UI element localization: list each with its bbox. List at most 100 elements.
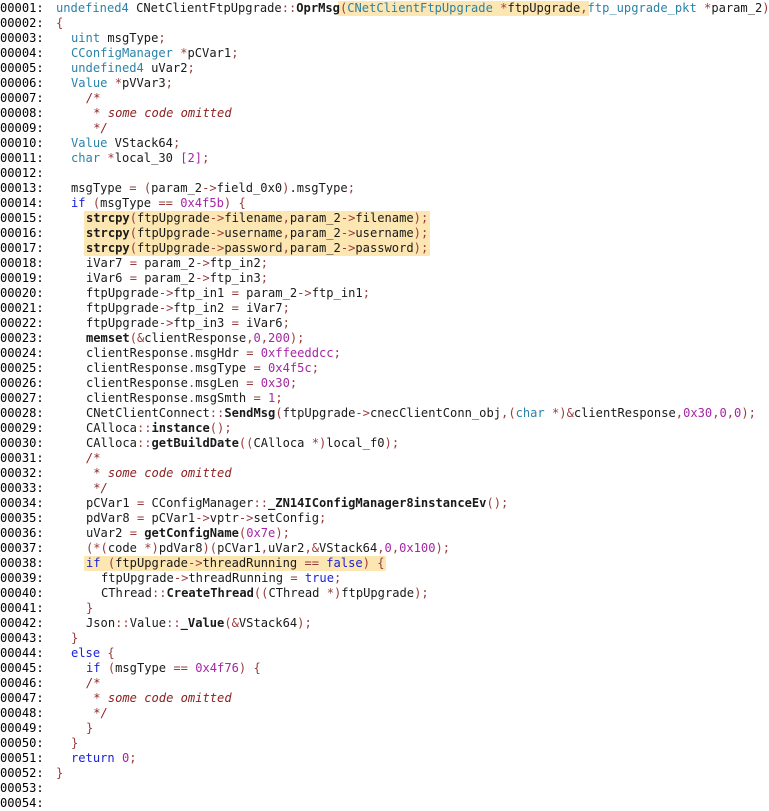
code-line: 00011: char *local_30 [2];: [0, 151, 769, 166]
code-token: false: [326, 556, 363, 570]
code-token: param_2: [136, 271, 196, 285]
code-line: 00003: uint msgType;: [0, 31, 769, 46]
code-token: ((: [253, 586, 269, 600]
code-token: param_2: [238, 286, 298, 300]
code-token: ftpUpgrade: [136, 211, 210, 225]
code-token: ;: [304, 616, 312, 630]
code-token: ::: [166, 616, 181, 630]
code-token: ->: [340, 241, 356, 255]
line-number: 00008:: [0, 106, 44, 120]
code-text: memset(&clientResponse,0,200);: [86, 331, 304, 346]
code-token: code: [107, 541, 145, 555]
code-token: (): [209, 421, 225, 435]
line-number: 00011:: [0, 151, 44, 165]
code-token: ;: [501, 496, 509, 510]
line-number: 00021:: [0, 301, 44, 315]
line-number: 00020:: [0, 286, 44, 300]
code-token: strcpy: [86, 211, 130, 225]
line-number: 00038:: [0, 556, 44, 570]
line-number: 00050:: [0, 736, 44, 750]
code-token: OprMsg: [296, 1, 340, 15]
code-token: CConfigManager: [71, 46, 173, 60]
code-line: 00008: * some code omitted: [0, 106, 769, 121]
code-token: iVar6: [86, 271, 130, 285]
line-number: 00040:: [0, 586, 44, 600]
code-token: (: [275, 406, 283, 420]
code-token: pdVar8: [158, 541, 203, 555]
code-token: ftpUpgrade: [86, 301, 159, 315]
code-token: vptr: [209, 511, 239, 525]
code-line: 00053:: [0, 781, 769, 796]
code-line: 00038: if (ftpUpgrade->threadRunning == f…: [0, 556, 769, 571]
code-text: else {: [71, 646, 115, 661]
code-text: return 0;: [71, 751, 137, 766]
code-text: ftpUpgrade->ftp_in2 = iVar7;: [86, 301, 290, 316]
code-token: ,: [260, 541, 269, 555]
code-token: =: [253, 361, 261, 375]
line-number: 00054:: [0, 796, 44, 810]
code-text: uVar2 = getConfigName(0x7e);: [86, 526, 290, 541]
code-text: }: [86, 601, 93, 616]
code-token: ;: [297, 331, 305, 345]
code-token: ==: [304, 556, 319, 570]
line-number: 00035:: [0, 511, 44, 525]
code-token: (: [129, 331, 137, 345]
code-token: pCVar1: [144, 511, 196, 525]
code-text: undefined4 uVar2;: [71, 61, 195, 76]
code-token: 200: [268, 331, 290, 345]
code-line: 00029: CAlloca::instance();: [0, 421, 769, 436]
code-token: ;: [231, 46, 239, 60]
code-token: ): [362, 556, 370, 570]
code-text: strcpy(ftpUpgrade->username,param_2->use…: [86, 226, 428, 241]
code-line: 00021: ftpUpgrade->ftp_in2 = iVar7;: [0, 301, 769, 316]
code-token: strcpy: [86, 241, 130, 255]
code-line: 00047: * some code omitted: [0, 691, 769, 706]
code-token: {: [377, 556, 385, 570]
code-token: =: [290, 571, 298, 585]
code-token: ;: [319, 511, 327, 525]
code-token: if: [86, 661, 101, 675]
code-token: ;: [391, 436, 400, 450]
code-token: ,: [282, 241, 290, 255]
code-token: ;: [421, 586, 429, 600]
code-token: ::: [209, 406, 225, 420]
code-token: ->: [195, 511, 210, 525]
line-number: 00036:: [0, 526, 44, 540]
line-number: 00046:: [0, 676, 44, 690]
code-token: char: [71, 151, 101, 165]
code-token: ): [384, 436, 392, 450]
line-number: 00051:: [0, 751, 44, 765]
code-token: ftpUpgrade: [341, 586, 415, 600]
code-token: clientResponse: [86, 376, 188, 390]
code-text: ftpUpgrade->ftp_in1 = param_2->ftp_in1;: [86, 286, 370, 301]
code-line: 00030: CAlloca::getBuildDate((CAlloca *)l…: [0, 436, 769, 451]
code-token: param_2: [289, 226, 341, 240]
code-token: ;: [165, 76, 173, 90]
code-token: ->: [202, 181, 217, 195]
code-token: */: [86, 121, 108, 135]
code-token: ): [151, 541, 159, 555]
line-number: 00012:: [0, 166, 44, 180]
code-line: 00022: ftpUpgrade->ftp_in3 = iVar6;: [0, 316, 769, 331]
code-token: CNetClientConnect: [86, 406, 210, 420]
code-token: CThread: [101, 586, 152, 600]
code-token: VStack64: [319, 541, 378, 555]
code-token: ;: [187, 61, 195, 75]
code-token: {: [238, 196, 246, 210]
code-line: 00037: (*(code *)pdVar8)(pCVar1,uVar2,&VS…: [0, 541, 769, 556]
code-token: username: [224, 226, 283, 240]
code-token: (*(: [86, 541, 108, 555]
code-token: *: [326, 586, 334, 600]
code-line: 00035: pdVar8 = pCVar1->vptr->setConfig;: [0, 511, 769, 526]
code-token: param_2: [711, 1, 763, 15]
line-number: 00042:: [0, 616, 44, 630]
code-token: .msgType: [289, 181, 348, 195]
code-token: */: [86, 481, 108, 495]
code-token: ;: [442, 541, 451, 555]
code-token: 0: [384, 541, 392, 555]
code-line: 00048: */: [0, 706, 769, 721]
